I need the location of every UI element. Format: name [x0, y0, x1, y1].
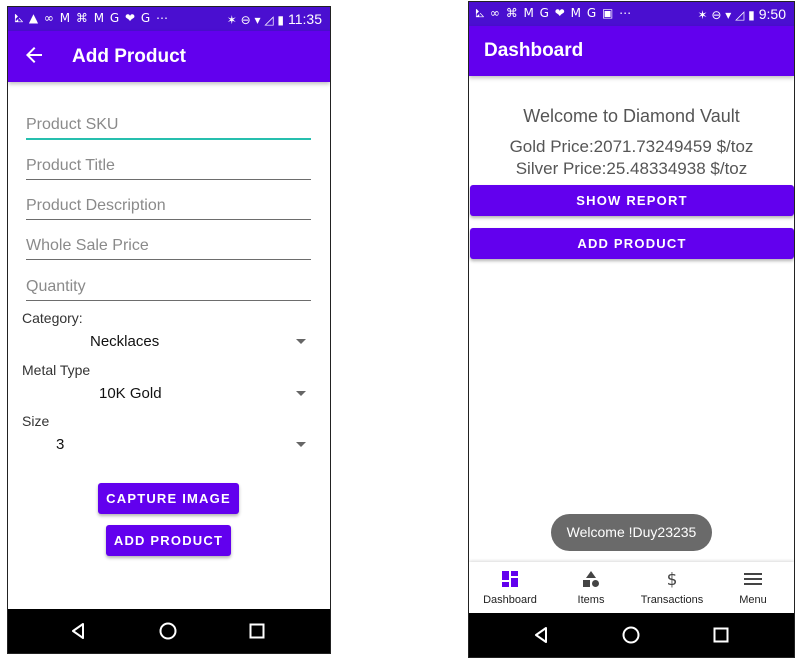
gold-price-text: Gold Price:2071.73249459 $/toz [509, 137, 754, 156]
bottom-navigation: Dashboard Items $ Transactions Menu [469, 562, 794, 613]
bottom-nav-label: Items [577, 594, 605, 606]
bottom-nav-transactions[interactable]: $ Transactions [632, 562, 712, 613]
bottom-nav-menu[interactable]: Menu [713, 562, 793, 613]
nav-recents-icon[interactable] [249, 622, 265, 640]
status-system-icons: ✶ ⊖ ▾ ◿ ▮ 11:35 [227, 11, 322, 27]
status-right-icons: ✶ ⊖ ▾ ◿ ▮ [226, 13, 284, 27]
product-description-input[interactable] [26, 197, 311, 215]
category-dropdown[interactable]: Necklaces [22, 329, 314, 355]
arrow-left-icon[interactable] [22, 43, 46, 67]
dashboard-screen: ⛡ ∞ ⌘ M G ❤ M G ▣ ⋯ ✶ ⊖ ▾ ◿ ▮ 9:50 Dashbo… [468, 1, 795, 658]
nav-home-icon[interactable] [622, 626, 640, 644]
product-sku-field[interactable] [26, 106, 311, 140]
status-bar: ⛡ ∞ ⌘ M G ❤ M G ▣ ⋯ ✶ ⊖ ▾ ◿ ▮ 9:50 [469, 2, 794, 26]
status-clock: 11:35 [288, 11, 322, 27]
nav-home-icon[interactable] [159, 622, 177, 640]
nav-recents-icon[interactable] [713, 626, 729, 644]
shapes-icon [583, 571, 599, 587]
dropdown-arrow-icon [296, 339, 306, 344]
app-bar: Add Product [8, 31, 330, 82]
nav-back-icon[interactable] [533, 626, 549, 644]
system-nav-bar [469, 613, 794, 657]
add-product-button[interactable]: ADD PRODUCT [106, 525, 231, 556]
size-dropdown[interactable]: 3 [22, 432, 314, 458]
menu-icon [744, 573, 762, 585]
bottom-nav-label: Dashboard [483, 594, 537, 606]
app-bar: Dashboard [469, 26, 794, 76]
nav-back-icon[interactable] [70, 622, 86, 640]
dollar-icon: $ [667, 570, 678, 588]
status-bar: ⛡ ▲ ∞ M ⌘ M G ❤ G ⋯ ✶ ⊖ ▾ ◿ ▮ 11:35 [8, 7, 330, 31]
status-notification-icons: ⛡ ▲ ∞ M ⌘ M G ❤ G ⋯ [14, 11, 169, 25]
bottom-nav-items[interactable]: Items [551, 562, 631, 613]
silver-price-text: Silver Price:25.48334938 $/toz [515, 159, 748, 178]
product-sku-input[interactable] [26, 116, 311, 134]
page-title: Add Product [72, 46, 186, 67]
dashboard-icon [502, 571, 518, 587]
product-description-field[interactable] [26, 186, 311, 220]
metal-type-dropdown[interactable]: 10K Gold [22, 381, 314, 407]
welcome-heading: Welcome to Diamond Vault [523, 106, 740, 126]
metal-type-label: Metal Type [22, 362, 91, 378]
bottom-nav-label: Transactions [640, 594, 704, 606]
status-system-icons: ✶ ⊖ ▾ ◿ ▮ 9:50 [698, 6, 786, 22]
status-right-icons: ✶ ⊖ ▾ ◿ ▮ [697, 8, 755, 22]
size-label: Size [22, 413, 50, 429]
category-label: Category: [22, 310, 83, 326]
dropdown-arrow-icon [296, 391, 306, 396]
bottom-nav-label: Menu [739, 594, 767, 606]
welcome-toast: Welcome !Duy23235 [551, 514, 712, 551]
quantity-field[interactable] [26, 267, 311, 301]
metal-type-value: 10K Gold [99, 385, 162, 402]
system-nav-bar [8, 609, 330, 653]
product-title-field[interactable] [26, 146, 311, 180]
size-value: 3 [56, 436, 65, 453]
page-title: Dashboard [484, 40, 584, 61]
svg-text:$: $ [667, 570, 678, 588]
status-notification-icons: ⛡ ∞ ⌘ M G ❤ M G ▣ ⋯ [475, 6, 633, 20]
capture-image-button[interactable]: CAPTURE IMAGE [98, 483, 239, 514]
status-clock: 9:50 [758, 6, 786, 22]
dropdown-arrow-icon [296, 442, 306, 447]
wholesale-price-input[interactable] [26, 237, 311, 255]
add-product-button[interactable]: ADD PRODUCT [470, 228, 794, 259]
wholesale-price-field[interactable] [26, 226, 311, 260]
quantity-input[interactable] [26, 278, 311, 296]
category-value: Necklaces [90, 333, 160, 350]
show-report-button[interactable]: SHOW REPORT [470, 185, 794, 216]
bottom-nav-dashboard[interactable]: Dashboard [470, 562, 550, 613]
add-product-screen: ⛡ ▲ ∞ M ⌘ M G ❤ G ⋯ ✶ ⊖ ▾ ◿ ▮ 11:35 Add P… [7, 6, 331, 654]
product-title-input[interactable] [26, 157, 311, 175]
